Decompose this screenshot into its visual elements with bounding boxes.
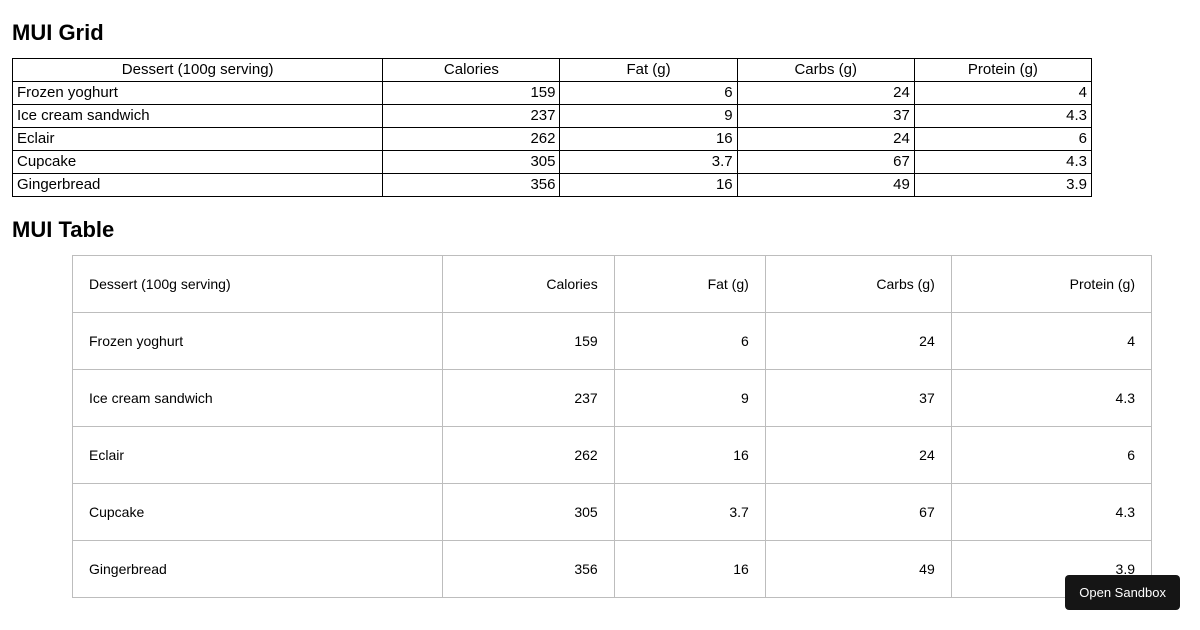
table-row: Cupcake 305 3.7 67 4.3 <box>13 151 1092 174</box>
table-row: Eclair 262 16 24 6 <box>13 128 1092 151</box>
cell-carbs: 49 <box>765 541 951 598</box>
cell-name: Gingerbread <box>73 541 443 598</box>
cell-protein: 6 <box>951 427 1151 484</box>
table-row: Gingerbread 356 16 49 3.9 <box>73 541 1152 598</box>
cell-fat: 6 <box>560 82 737 105</box>
mui-grid-table: Dessert (100g serving) Calories Fat (g) … <box>12 58 1092 197</box>
cell-name: Gingerbread <box>13 174 383 197</box>
table-header-row: Dessert (100g serving) Calories Fat (g) … <box>73 256 1152 313</box>
cell-carbs: 24 <box>765 313 951 370</box>
cell-protein: 3.9 <box>914 174 1091 197</box>
cell-calories: 356 <box>443 541 615 598</box>
col-header-dessert: Dessert (100g serving) <box>73 256 443 313</box>
cell-protein: 4.3 <box>914 151 1091 174</box>
cell-protein: 4.3 <box>914 105 1091 128</box>
cell-carbs: 24 <box>765 427 951 484</box>
cell-fat: 16 <box>614 427 765 484</box>
cell-protein: 4.3 <box>951 484 1151 541</box>
cell-name: Cupcake <box>13 151 383 174</box>
cell-protein: 4 <box>951 313 1151 370</box>
cell-name: Cupcake <box>73 484 443 541</box>
col-header-fat: Fat (g) <box>560 59 737 82</box>
table-row: Frozen yoghurt 159 6 24 4 <box>13 82 1092 105</box>
cell-name: Ice cream sandwich <box>13 105 383 128</box>
cell-carbs: 37 <box>765 370 951 427</box>
table-row: Frozen yoghurt 159 6 24 4 <box>73 313 1152 370</box>
table-header-row: Dessert (100g serving) Calories Fat (g) … <box>13 59 1092 82</box>
table-row: Eclair 262 16 24 6 <box>73 427 1152 484</box>
cell-fat: 16 <box>560 174 737 197</box>
cell-calories: 356 <box>383 174 560 197</box>
cell-carbs: 49 <box>737 174 914 197</box>
cell-calories: 305 <box>383 151 560 174</box>
cell-calories: 305 <box>443 484 615 541</box>
cell-name: Frozen yoghurt <box>13 82 383 105</box>
cell-fat: 3.7 <box>614 484 765 541</box>
cell-carbs: 37 <box>737 105 914 128</box>
cell-fat: 9 <box>560 105 737 128</box>
cell-fat: 6 <box>614 313 765 370</box>
heading-mui-grid: MUI Grid <box>12 20 1188 46</box>
col-header-protein: Protein (g) <box>951 256 1151 313</box>
cell-carbs: 24 <box>737 82 914 105</box>
cell-calories: 262 <box>383 128 560 151</box>
mui-table: Dessert (100g serving) Calories Fat (g) … <box>72 255 1152 598</box>
cell-calories: 159 <box>443 313 615 370</box>
cell-calories: 237 <box>383 105 560 128</box>
cell-calories: 262 <box>443 427 615 484</box>
col-header-protein: Protein (g) <box>914 59 1091 82</box>
col-header-carbs: Carbs (g) <box>765 256 951 313</box>
cell-name: Eclair <box>73 427 443 484</box>
cell-calories: 237 <box>443 370 615 427</box>
col-header-fat: Fat (g) <box>614 256 765 313</box>
col-header-calories: Calories <box>383 59 560 82</box>
open-sandbox-button[interactable]: Open Sandbox <box>1065 575 1180 610</box>
cell-protein: 4.3 <box>951 370 1151 427</box>
table-row: Cupcake 305 3.7 67 4.3 <box>73 484 1152 541</box>
heading-mui-table: MUI Table <box>12 217 1188 243</box>
cell-fat: 9 <box>614 370 765 427</box>
cell-name: Eclair <box>13 128 383 151</box>
cell-carbs: 67 <box>737 151 914 174</box>
cell-protein: 4 <box>914 82 1091 105</box>
col-header-dessert: Dessert (100g serving) <box>13 59 383 82</box>
table-row: Ice cream sandwich 237 9 37 4.3 <box>13 105 1092 128</box>
cell-carbs: 67 <box>765 484 951 541</box>
col-header-calories: Calories <box>443 256 615 313</box>
cell-name: Frozen yoghurt <box>73 313 443 370</box>
col-header-carbs: Carbs (g) <box>737 59 914 82</box>
table-row: Ice cream sandwich 237 9 37 4.3 <box>73 370 1152 427</box>
cell-name: Ice cream sandwich <box>73 370 443 427</box>
cell-calories: 159 <box>383 82 560 105</box>
table-row: Gingerbread 356 16 49 3.9 <box>13 174 1092 197</box>
cell-carbs: 24 <box>737 128 914 151</box>
cell-fat: 16 <box>614 541 765 598</box>
cell-fat: 16 <box>560 128 737 151</box>
cell-fat: 3.7 <box>560 151 737 174</box>
cell-protein: 6 <box>914 128 1091 151</box>
